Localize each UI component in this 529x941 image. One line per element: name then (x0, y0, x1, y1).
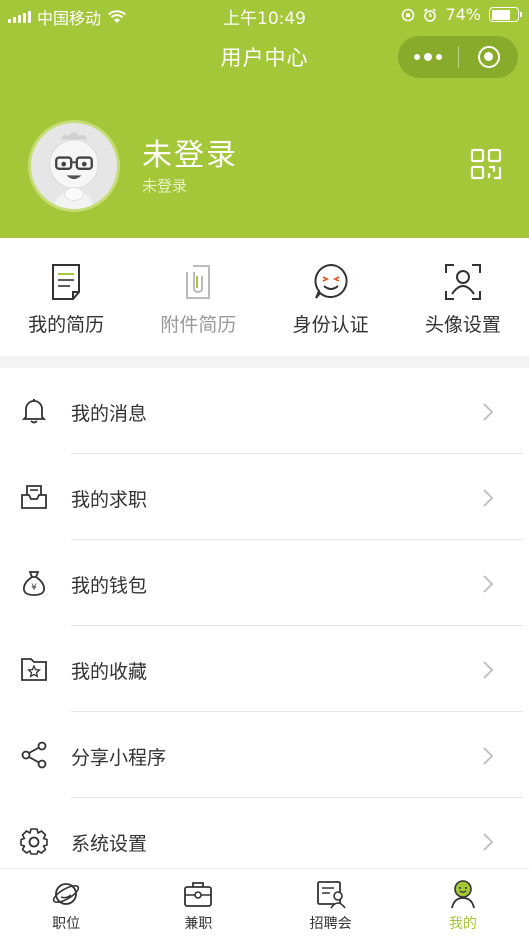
bottom-tab-bar: 职位 兼职 招聘会 我的 (0, 868, 529, 941)
tab-job-fair[interactable]: 招聘会 (265, 869, 397, 941)
menu-item-label: 我的钱包 (71, 575, 148, 597)
job-fair-icon (316, 881, 346, 909)
more-dots-icon[interactable] (398, 36, 458, 78)
quick-action-attachment-resume[interactable]: 附件简历 (132, 238, 264, 356)
svg-text:¥: ¥ (31, 583, 37, 593)
chevron-right-icon (483, 489, 494, 507)
profile-icon (450, 880, 475, 909)
quick-action-identity[interactable]: 身份认证 (265, 238, 397, 356)
orientation-lock-icon (402, 8, 415, 21)
chevron-right-icon (483, 575, 494, 593)
alarm-icon (424, 7, 437, 22)
chevron-right-icon (483, 661, 494, 679)
resume-icon (52, 264, 81, 300)
attachment-resume-icon (186, 265, 211, 299)
chevron-right-icon (483, 833, 494, 851)
tab-jobs[interactable]: 职位 (0, 869, 132, 941)
menu-item-label: 我的求职 (71, 489, 148, 511)
quick-action-label: 我的简历 (28, 314, 105, 336)
user-subtitle: 未登录 (142, 177, 188, 195)
menu-item-messages[interactable]: 我的消息 (0, 368, 529, 454)
battery-percent: 74% (445, 5, 481, 24)
briefcase-icon (184, 882, 213, 907)
menu-item-wallet[interactable]: ¥ 我的钱包 (0, 540, 529, 626)
mini-program-close-icon[interactable] (459, 36, 518, 78)
avatar[interactable] (28, 120, 120, 212)
tab-part-time[interactable]: 兼职 (132, 869, 264, 941)
quick-action-label: 头像设置 (424, 314, 501, 336)
cartoon-avatar-icon (31, 123, 117, 209)
planet-icon (52, 883, 80, 905)
share-icon (21, 741, 47, 769)
gear-icon (20, 828, 48, 855)
battery-level (491, 9, 510, 20)
menu-item-label: 系统设置 (71, 833, 148, 855)
tab-label: 兼职 (184, 916, 213, 932)
menu-item-label: 分享小程序 (71, 747, 167, 769)
quick-action-avatar-setting[interactable]: 头像设置 (397, 238, 529, 356)
menu-item-share[interactable]: 分享小程序 (0, 712, 529, 798)
mini-program-capsule (398, 36, 518, 78)
battery-icon (489, 7, 522, 22)
job-inbox-icon (21, 485, 47, 509)
quick-action-resume[interactable]: 我的简历 (0, 238, 132, 356)
tab-mine[interactable]: 我的 (397, 869, 529, 941)
tab-label: 招聘会 (309, 916, 352, 932)
quick-action-label: 身份认证 (292, 314, 369, 336)
avatar-setting-icon (444, 264, 481, 300)
status-bar: 中国移动 上午10:49 74% (0, 0, 529, 30)
section-gap (0, 356, 529, 368)
user-name[interactable]: 未登录 (142, 130, 238, 174)
menu-item-favorites[interactable]: 我的收藏 (0, 626, 529, 712)
menu-item-job-search[interactable]: 我的求职 (0, 454, 529, 540)
bell-icon (21, 399, 47, 424)
tab-label: 职位 (52, 916, 81, 932)
identity-verify-icon (314, 263, 348, 299)
profile-header: 中国移动 上午10:49 74% 用户中心 未登录 未登录 (0, 0, 529, 238)
menu-item-label: 我的消息 (71, 403, 148, 425)
chevron-right-icon (483, 403, 494, 421)
quick-action-label: 附件简历 (160, 314, 237, 336)
menu-item-label: 我的收藏 (71, 661, 148, 683)
favorite-folder-icon (21, 658, 47, 681)
quick-actions: 我的简历 附件简历 身份认证 头像设置 (0, 238, 529, 356)
tab-label: 我的 (448, 916, 477, 932)
chevron-right-icon (483, 747, 494, 765)
qr-code-icon[interactable] (470, 148, 502, 180)
menu-list: 我的消息 我的求职 ¥ 我的钱包 我的收藏 分享小程序 系统设置 (0, 368, 529, 884)
money-bag-icon: ¥ (23, 571, 45, 596)
